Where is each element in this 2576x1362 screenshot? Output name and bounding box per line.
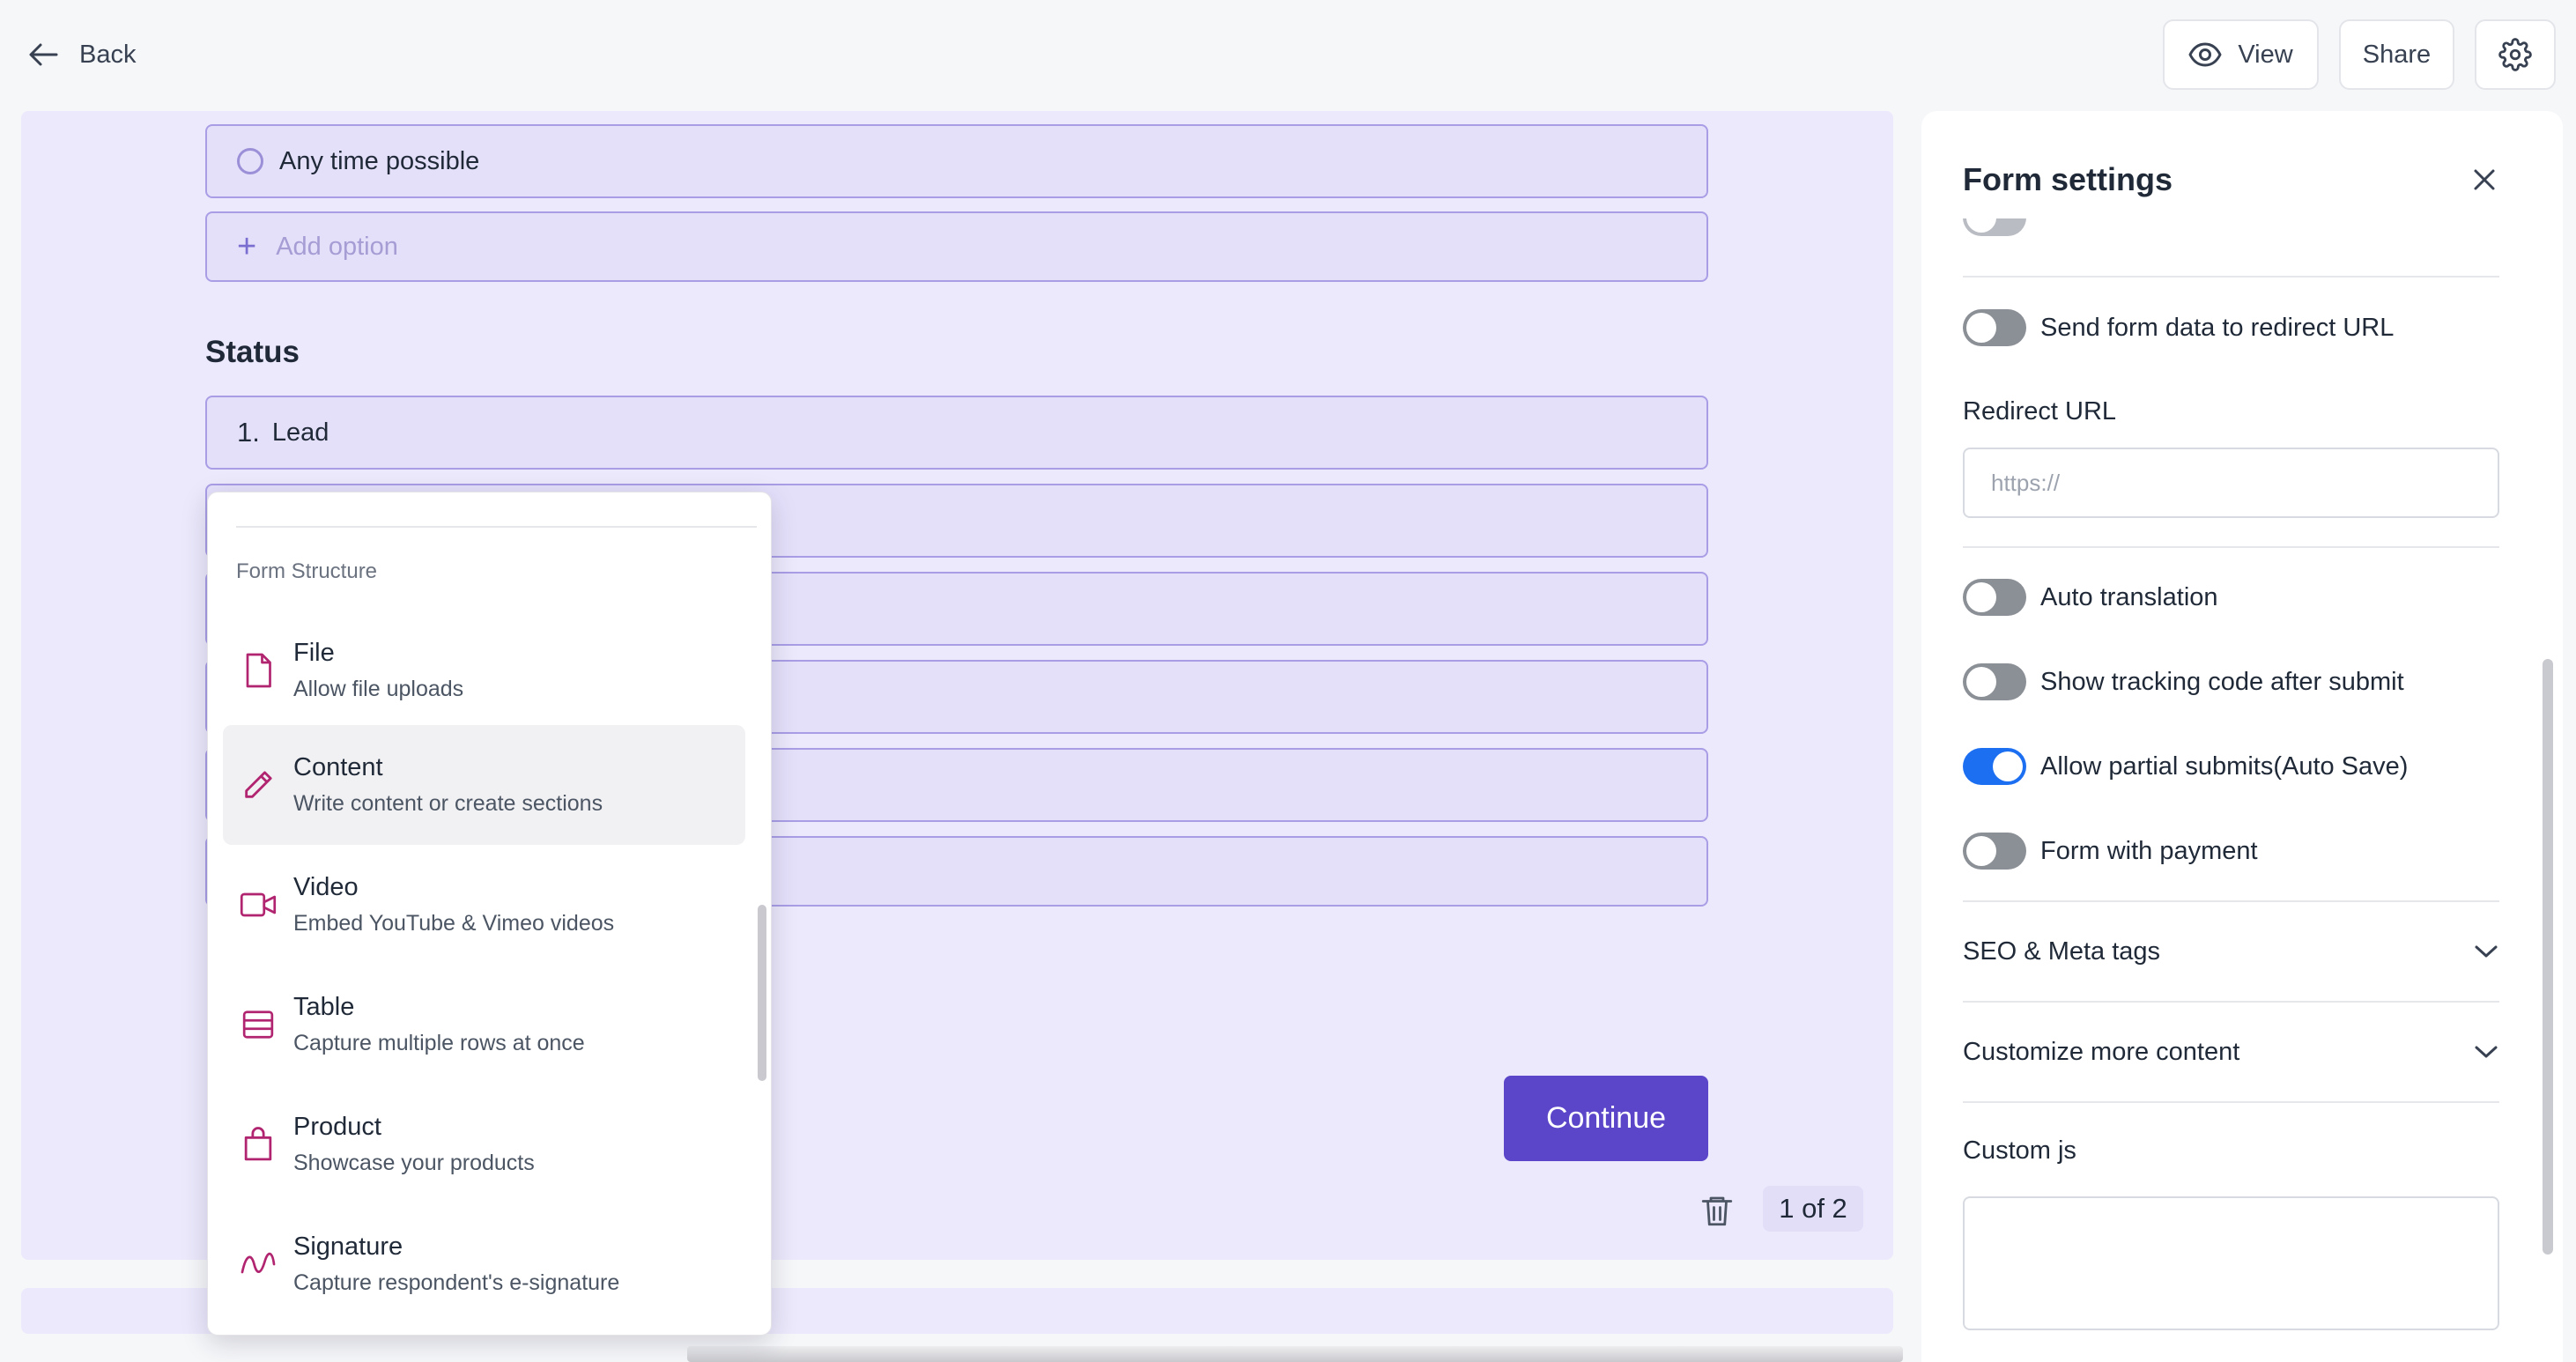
choice-option-label: Any time possible: [279, 146, 480, 175]
dropdown-item-desc: Allow file uploads: [293, 677, 464, 701]
redirect-url-label: Redirect URL: [1963, 397, 2117, 426]
auto-translation-toggle[interactable]: [1963, 579, 2026, 616]
video-icon: [223, 891, 293, 919]
signature-icon: [223, 1251, 293, 1277]
gear-icon: [2498, 38, 2532, 71]
payment-toggle[interactable]: [1963, 833, 2026, 870]
share-button[interactable]: Share: [2339, 19, 2454, 90]
tracking-code-label: Show tracking code after submit: [2040, 667, 2404, 696]
dropdown-item-table[interactable]: Table Capture multiple rows at once: [223, 965, 745, 1084]
add-field-dropdown: Form Structure File Allow file uploads C…: [207, 492, 772, 1336]
seo-accordion[interactable]: SEO & Meta tags: [1963, 929, 2499, 973]
file-icon: [223, 652, 293, 689]
choice-option[interactable]: Any time possible: [205, 124, 1708, 198]
redirect-url-input[interactable]: [1963, 448, 2499, 518]
dropdown-section-title: Form Structure: [236, 559, 378, 583]
divider: [1963, 1101, 2499, 1103]
chevron-down-icon: [2473, 944, 2499, 959]
option-number: 1.: [237, 417, 260, 448]
back-button[interactable]: Back: [28, 33, 136, 76]
partial-submits-label: Allow partial submits(Auto Save): [2040, 751, 2409, 781]
partially-hidden-toggle[interactable]: [1963, 218, 2026, 236]
shopping-bag-icon: [223, 1127, 293, 1162]
eye-icon: [2188, 41, 2222, 68]
dropdown-item-title: Content: [293, 753, 383, 781]
close-icon[interactable]: [2472, 167, 2497, 192]
back-label: Back: [79, 40, 137, 69]
pencil-icon: [223, 767, 293, 803]
status-question-title: Status: [205, 335, 300, 369]
divider: [1963, 1001, 2499, 1003]
seo-label: SEO & Meta tags: [1963, 936, 2161, 966]
chevron-down-icon: [2473, 1044, 2499, 1060]
send-form-data-toggle[interactable]: [1963, 309, 2026, 346]
radio-icon: [237, 148, 263, 174]
panel-scrollbar[interactable]: [2543, 659, 2553, 1255]
dropdown-item-title: File: [293, 639, 335, 667]
custom-js-label: Custom js: [1963, 1136, 2076, 1165]
plus-icon: +: [237, 228, 257, 265]
partial-submits-row[interactable]: Allow partial submits(Auto Save): [1963, 747, 2408, 786]
send-form-data-row[interactable]: Send form data to redirect URL: [1963, 308, 2394, 347]
tracking-code-row[interactable]: Show tracking code after submit: [1963, 662, 2404, 701]
settings-button[interactable]: [2475, 19, 2556, 90]
divider: [1963, 276, 2499, 278]
panel-title: Form settings: [1963, 161, 2173, 197]
payment-label: Form with payment: [2040, 836, 2258, 865]
dropdown-item-desc: Showcase your products: [293, 1151, 535, 1175]
trash-icon[interactable]: [1699, 1192, 1736, 1229]
page-indicator: 1 of 2: [1763, 1186, 1863, 1232]
divider: [1963, 546, 2499, 548]
view-button[interactable]: View: [2163, 19, 2319, 90]
customize-label: Customize more content: [1963, 1037, 2240, 1066]
dropdown-divider: [236, 526, 757, 528]
dropdown-item-desc: Capture multiple rows at once: [293, 1031, 585, 1055]
partial-submits-toggle[interactable]: [1963, 748, 2026, 785]
arrow-left-icon: [28, 42, 58, 67]
customize-accordion[interactable]: Customize more content: [1963, 1030, 2499, 1074]
tracking-code-toggle[interactable]: [1963, 663, 2026, 700]
divider: [1963, 900, 2499, 902]
dropdown-item-title: Video: [293, 873, 359, 901]
dropdown-item-signature[interactable]: Signature Capture respondent's e-signatu…: [223, 1204, 745, 1324]
dropdown-item-title: Signature: [293, 1232, 403, 1261]
dropdown-item-content[interactable]: Content Write content or create sections: [223, 725, 745, 845]
auto-translation-row[interactable]: Auto translation: [1963, 578, 2218, 617]
view-label: View: [2238, 40, 2293, 69]
dropdown-item-desc: Embed YouTube & Vimeo videos: [293, 911, 615, 936]
send-form-data-label: Send form data to redirect URL: [2040, 313, 2395, 342]
payment-row[interactable]: Form with payment: [1963, 832, 2258, 870]
custom-js-input[interactable]: [1963, 1196, 2499, 1330]
table-icon: [223, 1008, 293, 1041]
status-option-label: Lead: [271, 418, 329, 447]
dropdown-item-title: Product: [293, 1113, 381, 1141]
share-label: Share: [2362, 40, 2432, 69]
form-settings-panel: [1921, 111, 2563, 1362]
dropdown-item-desc: Capture respondent's e-signature: [293, 1270, 620, 1295]
dropdown-scrollbar[interactable]: [758, 905, 766, 1081]
dropdown-item-title: Table: [293, 993, 355, 1021]
dropdown-item-video[interactable]: Video Embed YouTube & Vimeo videos: [223, 845, 745, 965]
bottom-shadow: [687, 1346, 1903, 1362]
dropdown-item-file[interactable]: File Allow file uploads: [223, 611, 745, 730]
continue-button[interactable]: Continue: [1504, 1076, 1708, 1161]
dropdown-item-desc: Write content or create sections: [293, 791, 603, 816]
dropdown-item-product[interactable]: Product Showcase your products: [223, 1084, 745, 1204]
add-option-placeholder: Add option: [276, 232, 398, 261]
auto-translation-label: Auto translation: [2040, 582, 2218, 611]
status-option[interactable]: 1. Lead: [205, 396, 1708, 470]
add-option-input[interactable]: + Add option: [205, 211, 1708, 282]
